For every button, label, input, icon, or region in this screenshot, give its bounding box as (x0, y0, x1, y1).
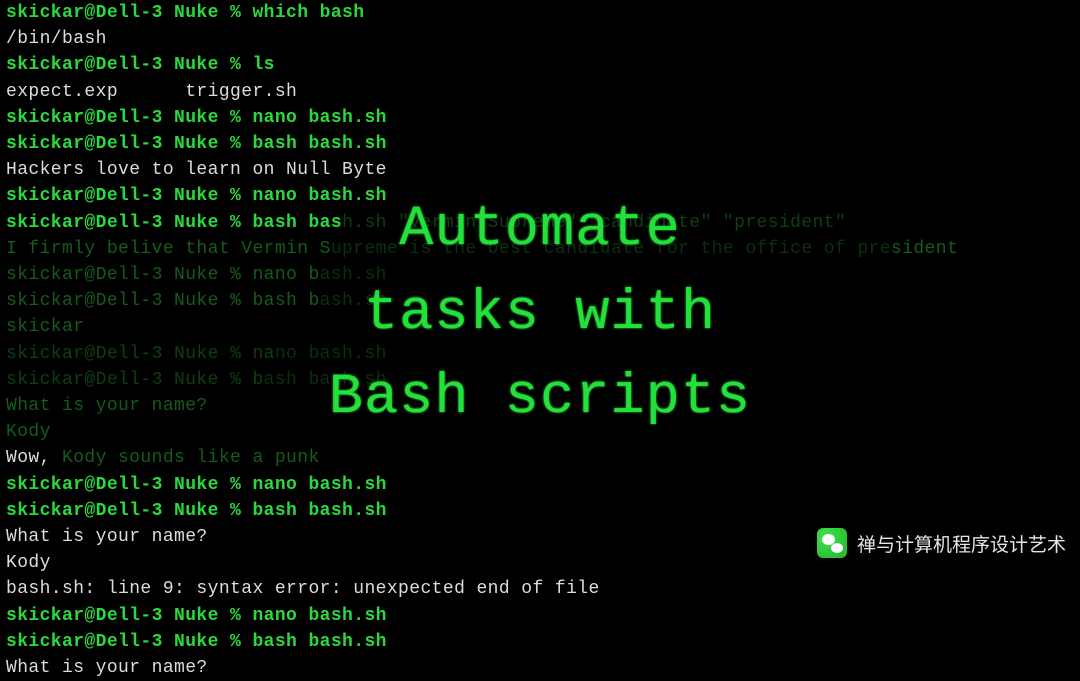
terminal-text: ash.sh (320, 265, 387, 285)
terminal-text: What is your name? (6, 396, 208, 416)
terminal-text: no bash.sh (275, 344, 387, 364)
terminal-text: What is your name? (6, 527, 208, 547)
terminal-text: ash bash.sh (264, 370, 387, 390)
terminal-text: bash.sh: line 9: syntax error: unexpecte… (6, 579, 600, 599)
terminal-text: Kody (6, 422, 51, 442)
terminal-text: skickar@Dell-3 Nuke % bash bash.sh (6, 632, 387, 652)
terminal-line: skickar@Dell-3 Nuke % nano bash.sh (6, 105, 1074, 131)
terminal-line: skickar@Dell-3 Nuke % ls (6, 52, 1074, 78)
terminal-line: skickar@Dell-3 Nuke % bash bash.sh (6, 629, 1074, 655)
terminal-text: skickar@Dell-3 Nuke % ls (6, 55, 275, 75)
terminal-text: /bin/bash (6, 29, 107, 49)
terminal-text: skickar@Dell-3 Nuke % nano bash.sh (6, 186, 387, 206)
terminal-text: sident (891, 239, 958, 259)
terminal-text: Kody (6, 553, 51, 573)
terminal-line: Wow, Kody sounds like a punk (6, 445, 1074, 471)
terminal-line: expect.exp trigger.sh (6, 79, 1074, 105)
terminal-line: What is your name? (6, 393, 1074, 419)
terminal-text: skickar@Dell-3 Nuke % nano bash.sh (6, 606, 387, 626)
terminal-line: skickar@Dell-3 Nuke % bash bash.sh (6, 367, 1074, 393)
terminal-line: skickar@Dell-3 Nuke % bash bash.sh "Verm… (6, 210, 1074, 236)
terminal-text: skickar@Dell-3 Nuke % na (6, 344, 275, 364)
terminal-text: Kody sounds like a punk (62, 448, 320, 468)
terminal-line: skickar@Dell-3 Nuke % bash bash.sh (6, 288, 1074, 314)
terminal-text: skickar@Dell-3 Nuke % bash bash.sh (6, 134, 387, 154)
terminal-line: /bin/bash (6, 26, 1074, 52)
terminal-line: Kody (6, 419, 1074, 445)
terminal-line: What is your name? (6, 524, 1074, 550)
terminal-text: h.sh "Vermin Supreme" "candidate" "presi… (342, 213, 846, 233)
terminal-text: skickar@Dell-3 Nuke % nano b (6, 265, 320, 285)
terminal-line: I firmly belive that Vermin Supreme is t… (6, 236, 1074, 262)
terminal-line: skickar@Dell-3 Nuke % nano bash.sh (6, 603, 1074, 629)
terminal-line: skickar@Dell-3 Nuke % nano bash.sh (6, 183, 1074, 209)
terminal-line: skickar (6, 314, 1074, 340)
terminal-line: Kody (6, 550, 1074, 576)
terminal-line: skickar@Dell-3 Nuke % which bash (6, 0, 1074, 26)
terminal-text: skickar@Dell-3 Nuke % nano bash.sh (6, 475, 387, 495)
terminal-line: What is your name? (6, 655, 1074, 681)
terminal-text: skickar@Dell-3 Nuke % nano bash.sh (6, 108, 387, 128)
terminal-text: Wow, (6, 448, 62, 468)
terminal-text: ash.sh (320, 291, 387, 311)
terminal-line: Hackers love to learn on Null Byte (6, 157, 1074, 183)
terminal-line: skickar@Dell-3 Nuke % bash bash.sh (6, 131, 1074, 157)
terminal-line: bash.sh: line 9: syntax error: unexpecte… (6, 576, 1074, 602)
terminal-line: skickar@Dell-3 Nuke % nano bash.sh (6, 341, 1074, 367)
terminal-text: I firmly belive that Vermin S (6, 239, 331, 259)
terminal-line: skickar@Dell-3 Nuke % nano bash.sh (6, 472, 1074, 498)
terminal-text: skickar@Dell-3 Nuke % bash b (6, 291, 320, 311)
terminal-text: expect.exp trigger.sh (6, 82, 297, 102)
terminal-text: What is your name? (6, 658, 208, 678)
terminal-text: skickar@Dell-3 Nuke % bash bash.sh (6, 501, 387, 521)
terminal-output: skickar@Dell-3 Nuke % which bash/bin/bas… (0, 0, 1080, 604)
terminal-text: skickar@Dell-3 Nuke % which bash (6, 3, 364, 23)
terminal-text: skickar@Dell-3 Nuke % b (6, 370, 264, 390)
terminal-text: skickar@Dell-3 Nuke % bash bas (6, 213, 342, 233)
terminal-text: Hackers love to learn on Null Byte (6, 160, 387, 180)
terminal-text: skickar (6, 317, 84, 337)
terminal-line: skickar@Dell-3 Nuke % nano bash.sh (6, 262, 1074, 288)
terminal-line: skickar@Dell-3 Nuke % bash bash.sh (6, 498, 1074, 524)
terminal-text: upreme is the best candidate for the off… (331, 239, 891, 259)
